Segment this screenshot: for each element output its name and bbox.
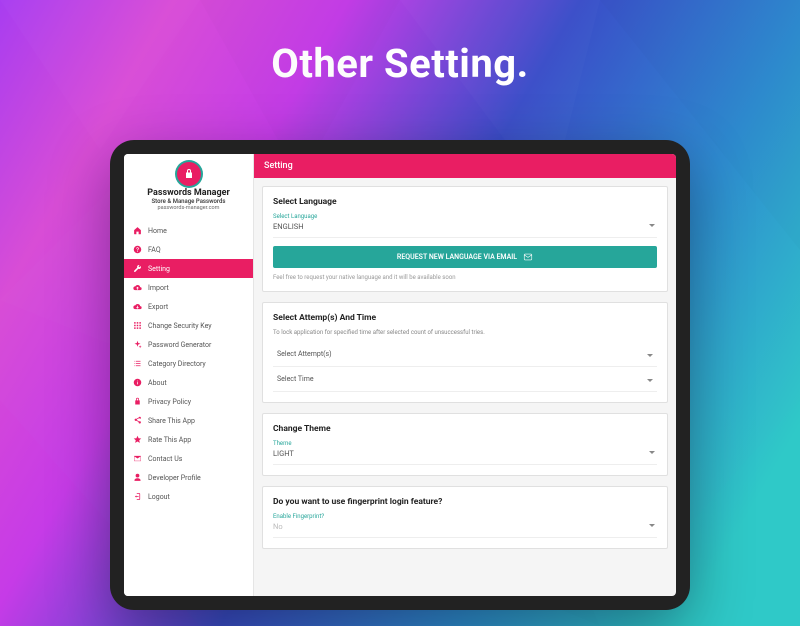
lock-icon	[132, 397, 142, 407]
app-url: passwords-manager.com	[128, 205, 249, 211]
attempts-desc: To lock application for specified time a…	[273, 329, 657, 336]
request-language-button[interactable]: REQUEST NEW LANGUAGE VIA EMAIL	[273, 246, 657, 268]
fingerprint-title: Do you want to use fingerprint login fea…	[273, 497, 657, 507]
nav-item-developer-profile[interactable]: Developer Profile	[124, 468, 253, 487]
logout-icon	[132, 492, 142, 502]
nav-item-setting[interactable]: Setting	[124, 259, 253, 278]
help-icon	[132, 245, 142, 255]
fingerprint-select[interactable]: No	[273, 520, 657, 538]
app-screen: Passwords Manager Store & Manage Passwor…	[124, 154, 676, 596]
nav-item-label: Password Generator	[148, 341, 211, 349]
theme-select[interactable]: LIGHT	[273, 447, 657, 465]
nav-item-label: Home	[148, 227, 167, 235]
language-title: Select Language	[273, 197, 657, 207]
nav-list: Home FAQ Setting Import Export Change Securit…	[124, 221, 253, 506]
info-icon	[132, 378, 142, 388]
nav-item-logout[interactable]: Logout	[124, 487, 253, 506]
cloud-down-icon	[132, 302, 142, 312]
nav-item-contact-us[interactable]: Contact Us	[124, 449, 253, 468]
topbar-title: Setting	[264, 161, 293, 171]
request-language-label: REQUEST NEW LANGUAGE VIA EMAIL	[397, 253, 517, 261]
user-icon	[132, 473, 142, 483]
nav-item-change-security-key[interactable]: Change Security Key	[124, 316, 253, 335]
language-select[interactable]: ENGLISH	[273, 220, 657, 238]
nav-item-label: Logout	[148, 493, 170, 501]
attempts-card: Select Attemp(s) And Time To lock applic…	[262, 302, 668, 403]
nav-item-import[interactable]: Import	[124, 278, 253, 297]
main-area: Setting Select Language Select Language …	[254, 154, 676, 596]
nav-item-privacy-policy[interactable]: Privacy Policy	[124, 392, 253, 411]
nav-item-category-directory[interactable]: Category Directory	[124, 354, 253, 373]
nav-item-export[interactable]: Export	[124, 297, 253, 316]
nav-item-home[interactable]: Home	[124, 221, 253, 240]
fingerprint-field-label: Enable Fingerprint?	[273, 513, 657, 520]
home-icon	[132, 226, 142, 236]
nav-item-label: Share This App	[148, 417, 195, 425]
nav-item-label: Import	[148, 284, 169, 292]
language-card: Select Language Select Language ENGLISH …	[262, 186, 668, 292]
nav-item-label: FAQ	[148, 246, 161, 254]
topbar: Setting	[254, 154, 676, 178]
nav-item-rate-this-app[interactable]: Rate This App	[124, 430, 253, 449]
fingerprint-card: Do you want to use fingerprint login fea…	[262, 486, 668, 549]
theme-title: Change Theme	[273, 424, 657, 434]
sparkle-icon	[132, 340, 142, 350]
nav-item-label: Category Directory	[148, 360, 206, 368]
grid-icon	[132, 321, 142, 331]
language-field-label: Select Language	[273, 213, 657, 220]
nav-item-label: Change Security Key	[148, 322, 212, 330]
nav-item-label: Developer Profile	[148, 474, 201, 482]
content-scroll[interactable]: Select Language Select Language ENGLISH …	[254, 178, 676, 596]
language-hint: Feel free to request your native languag…	[273, 274, 657, 281]
nav-item-password-generator[interactable]: Password Generator	[124, 335, 253, 354]
nav-item-label: Contact Us	[148, 455, 182, 463]
nav-item-label: Rate This App	[148, 436, 191, 444]
sidebar: Passwords Manager Store & Manage Passwor…	[124, 154, 254, 596]
cloud-up-icon	[132, 283, 142, 293]
nav-item-about[interactable]: About	[124, 373, 253, 392]
app-branding: Passwords Manager Store & Manage Passwor…	[124, 154, 253, 217]
attempts-title: Select Attemp(s) And Time	[273, 313, 657, 323]
list-icon	[132, 359, 142, 369]
share-icon	[132, 416, 142, 426]
nav-item-faq[interactable]: FAQ	[124, 240, 253, 259]
app-logo-icon	[177, 162, 201, 186]
theme-card: Change Theme Theme LIGHT	[262, 413, 668, 476]
nav-item-label: Export	[148, 303, 168, 311]
nav-item-label: Setting	[148, 265, 170, 273]
star-icon	[132, 435, 142, 445]
nav-item-share-this-app[interactable]: Share This App	[124, 411, 253, 430]
app-name: Passwords Manager	[128, 188, 249, 198]
theme-field-label: Theme	[273, 440, 657, 447]
mail-icon	[132, 454, 142, 464]
tablet-frame: Passwords Manager Store & Manage Passwor…	[110, 140, 690, 610]
mail-icon	[523, 252, 533, 262]
attempts-select[interactable]: Select Attempt(s)	[273, 342, 657, 367]
nav-item-label: About	[148, 379, 167, 387]
app-tagline: Store & Manage Passwords	[128, 198, 249, 205]
time-select[interactable]: Select Time	[273, 367, 657, 392]
nav-item-label: Privacy Policy	[148, 398, 191, 406]
wrench-icon	[132, 264, 142, 274]
